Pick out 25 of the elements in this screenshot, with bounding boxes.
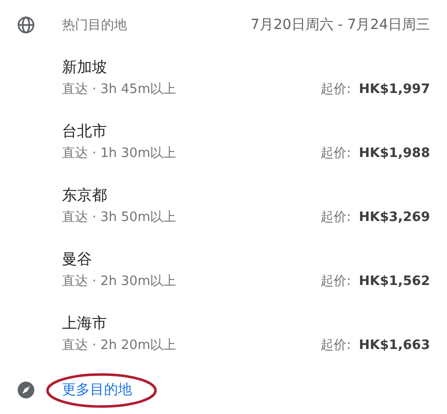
price-label: 起价: <box>320 273 351 290</box>
flight-details: 直达 · 3h 45m以上 <box>62 81 178 98</box>
flight-details: 直达 · 2h 30m以上 <box>62 273 178 290</box>
price: HK$1,663 <box>358 338 430 352</box>
date-range: 7月20日周六 - 7月24日周三 <box>250 16 430 34</box>
destination-name[interactable]: 上海市 <box>62 312 107 334</box>
price-label: 起价: <box>320 337 351 354</box>
more-destinations-link[interactable]: 更多目的地 <box>62 381 132 399</box>
destination-name[interactable]: 台北市 <box>62 120 107 142</box>
destination-name[interactable]: 东京都 <box>62 184 107 206</box>
globe-icon <box>16 15 36 35</box>
compass-icon <box>16 380 36 400</box>
destination-name[interactable]: 曼谷 <box>62 248 92 270</box>
flight-details: 直达 · 1h 30m以上 <box>62 145 178 162</box>
flight-details: 直达 · 3h 50m以上 <box>62 209 178 226</box>
flight-details: 直达 · 2h 20m以上 <box>62 337 178 354</box>
price: HK$3,269 <box>358 210 430 224</box>
price-label: 起价: <box>320 81 351 98</box>
price-label: 起价: <box>320 209 351 226</box>
section-title: 热门目的地 <box>62 17 128 34</box>
price: HK$1,562 <box>358 274 430 288</box>
destination-name[interactable]: 新加坡 <box>62 56 107 78</box>
price: HK$1,997 <box>358 82 430 96</box>
price-label: 起价: <box>320 145 351 162</box>
price: HK$1,988 <box>358 146 430 160</box>
